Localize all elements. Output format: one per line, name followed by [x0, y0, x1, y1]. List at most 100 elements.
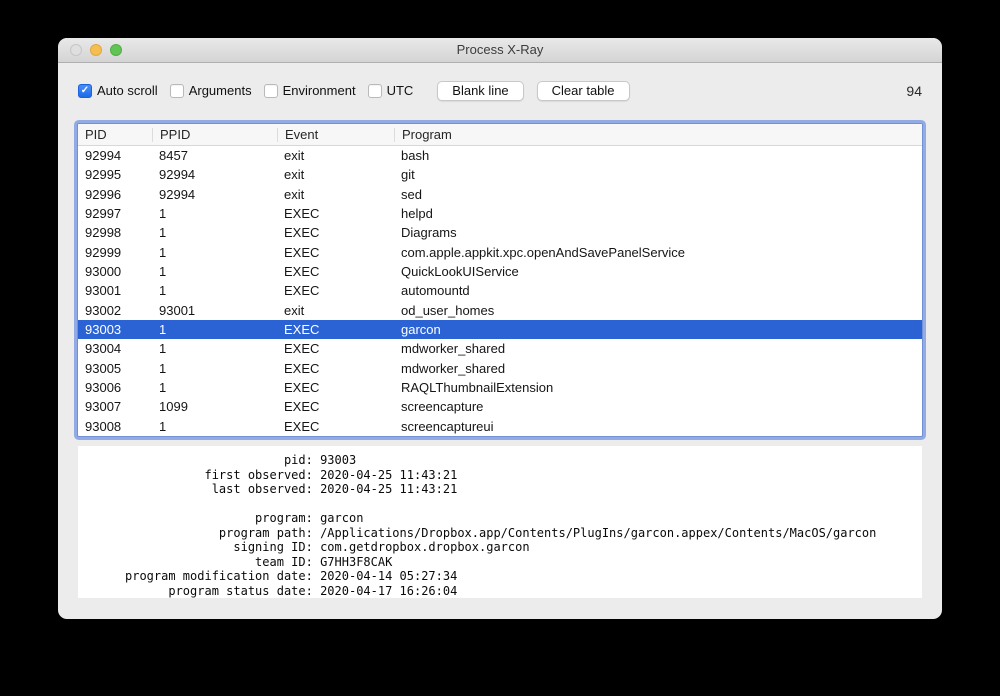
cell-event: EXEC: [284, 399, 320, 415]
cell-event: exit: [284, 186, 305, 202]
cell-program: RAQLThumbnailExtension: [401, 379, 554, 395]
cell-program: screencapture: [401, 399, 484, 415]
cell-pid: 93004: [85, 341, 122, 357]
cell-ppid: 92994: [159, 186, 196, 202]
column-header-pid[interactable]: PID: [78, 127, 152, 142]
table-body: 92994 8457 exit bash 92995 92994 exit git 92996 9…: [78, 146, 922, 436]
blank-line-button[interactable]: Blank line: [437, 80, 524, 101]
cell-pid: 93000: [85, 263, 122, 279]
cell-event: EXEC: [284, 244, 320, 260]
checkbox-box-icon[interactable]: [367, 83, 382, 98]
checkbox-box-icon[interactable]: ✓: [78, 83, 92, 98]
cell-ppid: 1099: [159, 399, 188, 415]
cell-event: exit: [284, 148, 305, 163]
utc-label: UTC: [386, 83, 414, 98]
column-header-ppid[interactable]: PPID: [152, 127, 277, 142]
cell-event: EXEC: [284, 283, 320, 299]
cell-ppid: 1: [159, 283, 167, 299]
cell-program: QuickLookUIService: [401, 263, 519, 279]
table-row[interactable]: 93002 93001 exit od_user_homes: [78, 301, 922, 320]
cell-event: exit: [284, 167, 305, 183]
cell-program: sed: [401, 186, 422, 202]
environment-checkbox[interactable]: Environment: [263, 83, 356, 98]
column-header-program[interactable]: Program: [394, 127, 922, 142]
utc-checkbox[interactable]: UTC: [367, 83, 414, 98]
cell-event: EXEC: [284, 263, 320, 279]
cell-event: exit: [284, 302, 305, 318]
clear-table-button[interactable]: Clear table: [536, 80, 630, 101]
window-title: Process X-Ray: [456, 42, 544, 57]
environment-label: Environment: [282, 83, 356, 98]
checkbox-box-icon[interactable]: [169, 83, 184, 98]
cell-event: EXEC: [284, 321, 320, 337]
cell-event: EXEC: [284, 379, 320, 395]
cell-pid: 93002: [85, 302, 122, 318]
toolbar: ✓ Auto scroll Arguments Environment UTC …: [78, 80, 922, 101]
cell-program: automountd: [401, 283, 470, 299]
cell-program: Diagrams: [401, 225, 457, 241]
cell-program: git: [401, 167, 415, 183]
cell-pid: 93008: [85, 418, 122, 434]
cell-pid: 93005: [85, 360, 122, 376]
cell-pid: 92994: [85, 148, 122, 163]
cell-ppid: 92994: [159, 167, 196, 183]
process-xray-window: Process X-Ray ✓ Auto scroll Arguments En…: [58, 38, 942, 619]
cell-program: mdworker_shared: [401, 360, 506, 376]
cell-program: mdworker_shared: [401, 341, 506, 357]
cell-ppid: 8457: [159, 148, 188, 163]
title-bar[interactable]: Process X-Ray: [58, 38, 942, 63]
cell-program: garcon: [401, 321, 441, 337]
column-header-event[interactable]: Event: [277, 127, 394, 142]
process-details: pid: 93003 first observed: 2020-04-25 11…: [125, 453, 877, 598]
cell-ppid: 1: [159, 244, 167, 260]
cell-ppid: 93001: [159, 302, 196, 318]
table-row[interactable]: 92995 92994 exit git: [78, 165, 922, 184]
details-panel: pid: 93003 first observed: 2020-04-25 11…: [78, 446, 922, 598]
table-row[interactable]: 92998 1 EXEC Diagrams: [78, 223, 922, 242]
cell-pid: 92995: [85, 167, 122, 183]
cell-pid: 93006: [85, 379, 122, 395]
cell-ppid: 1: [159, 418, 167, 434]
cell-pid: 93001: [85, 283, 122, 299]
table-row[interactable]: 93003 1 EXEC garcon: [78, 319, 922, 340]
cell-ppid: 1: [159, 379, 167, 395]
cell-program: bash: [401, 148, 430, 163]
cell-pid: 93003: [85, 321, 122, 337]
table-row[interactable]: 93006 1 EXEC RAQLThumbnailExtension: [78, 378, 922, 397]
table-row[interactable]: 93007 1099 EXEC screencapture: [78, 397, 922, 416]
auto-scroll-label: Auto scroll: [97, 83, 158, 98]
cell-event: EXEC: [284, 205, 320, 221]
arguments-checkbox[interactable]: Arguments: [169, 83, 252, 98]
table-row[interactable]: 93008 1 EXEC screencaptureui: [78, 417, 922, 436]
process-table[interactable]: PID PPID Event Program 92994 8457 exit bash…: [77, 123, 923, 437]
cell-ppid: 1: [159, 263, 167, 279]
event-count: 94: [906, 82, 922, 99]
table-row[interactable]: 93004 1 EXEC mdworker_shared: [78, 339, 922, 358]
cell-event: EXEC: [284, 418, 320, 434]
cell-ppid: 1: [159, 205, 167, 221]
table-header: PID PPID Event Program: [78, 124, 922, 146]
table-row[interactable]: 92999 1 EXEC com.apple.appkit.xpc.openAndSa…: [78, 243, 922, 262]
cell-pid: 92999: [85, 244, 122, 260]
cell-ppid: 1: [159, 225, 167, 241]
auto-scroll-checkbox[interactable]: ✓ Auto scroll: [78, 83, 158, 98]
cell-pid: 92997: [85, 205, 122, 221]
cell-ppid: 1: [159, 360, 167, 376]
cell-program: screencaptureui: [401, 418, 494, 434]
cell-pid: 93007: [85, 399, 122, 415]
cell-program: com.apple.appkit.xpc.openAndSavePanelSer…: [401, 244, 686, 260]
cell-program: od_user_homes: [401, 302, 495, 318]
table-row[interactable]: 93001 1 EXEC automountd: [78, 281, 922, 300]
table-row[interactable]: 92994 8457 exit bash: [78, 146, 922, 165]
cell-pid: 92998: [85, 225, 122, 241]
table-row[interactable]: 93000 1 EXEC QuickLookUIService: [78, 262, 922, 281]
cell-ppid: 1: [159, 321, 167, 337]
cell-program: helpd: [401, 205, 433, 221]
table-row[interactable]: 92997 1 EXEC helpd: [78, 204, 922, 223]
table-row[interactable]: 93005 1 EXEC mdworker_shared: [78, 359, 922, 378]
table-row[interactable]: 92996 92994 exit sed: [78, 185, 922, 204]
cell-event: EXEC: [284, 341, 320, 357]
cell-event: EXEC: [284, 225, 320, 241]
checkbox-box-icon[interactable]: [263, 83, 278, 98]
cell-ppid: 1: [159, 341, 167, 357]
